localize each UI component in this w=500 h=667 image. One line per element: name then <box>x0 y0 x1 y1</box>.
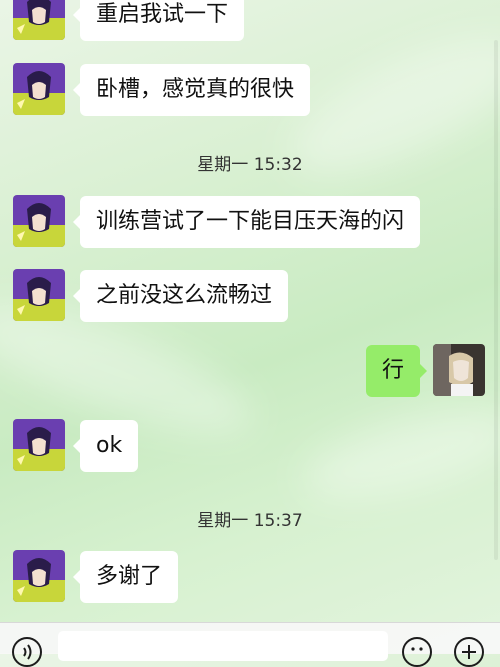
message-row: 行 <box>0 344 500 398</box>
message-row: 训练营试了一下能目压天海的闪 <box>0 195 500 249</box>
message-row: 之前没这么流畅过 <box>0 269 500 323</box>
emoji-icon[interactable] <box>402 637 432 667</box>
contact-avatar[interactable] <box>13 419 65 471</box>
message-bubble[interactable]: 之前没这么流畅过 <box>72 270 289 322</box>
message-bubble[interactable]: 卧槽，感觉真的很快 <box>72 64 311 116</box>
message-row: 重启我试一下 <box>0 0 500 42</box>
plus-icon[interactable] <box>454 637 484 667</box>
message-row: ok <box>0 419 500 473</box>
contact-avatar[interactable] <box>13 63 65 115</box>
voice-icon[interactable] <box>12 637 42 667</box>
message-input[interactable] <box>58 631 388 661</box>
message-row: 多谢了 <box>0 550 500 604</box>
scrollbar[interactable] <box>494 40 498 560</box>
timestamp: 星期一 15:32 <box>197 155 303 175</box>
message-bubble[interactable]: 行 <box>365 345 428 397</box>
message-bubble[interactable]: ok <box>72 420 139 472</box>
timestamp: 星期一 15:37 <box>197 511 303 531</box>
contact-avatar[interactable] <box>13 550 65 602</box>
message-bubble[interactable]: 多谢了 <box>72 551 179 603</box>
contact-avatar[interactable] <box>13 0 65 40</box>
my-avatar[interactable] <box>433 344 485 396</box>
chat-area[interactable]: 重启我试一下 卧槽，感觉真的很快 星期一 15:32 训练营试了一下能目压天海的… <box>0 0 500 653</box>
contact-avatar[interactable] <box>13 195 65 247</box>
contact-avatar[interactable] <box>13 269 65 321</box>
input-bar <box>0 622 500 667</box>
message-row: 卧槽，感觉真的很快 <box>0 63 500 117</box>
message-bubble[interactable]: 训练营试了一下能目压天海的闪 <box>72 196 421 248</box>
message-bubble[interactable]: 重启我试一下 <box>72 0 245 41</box>
